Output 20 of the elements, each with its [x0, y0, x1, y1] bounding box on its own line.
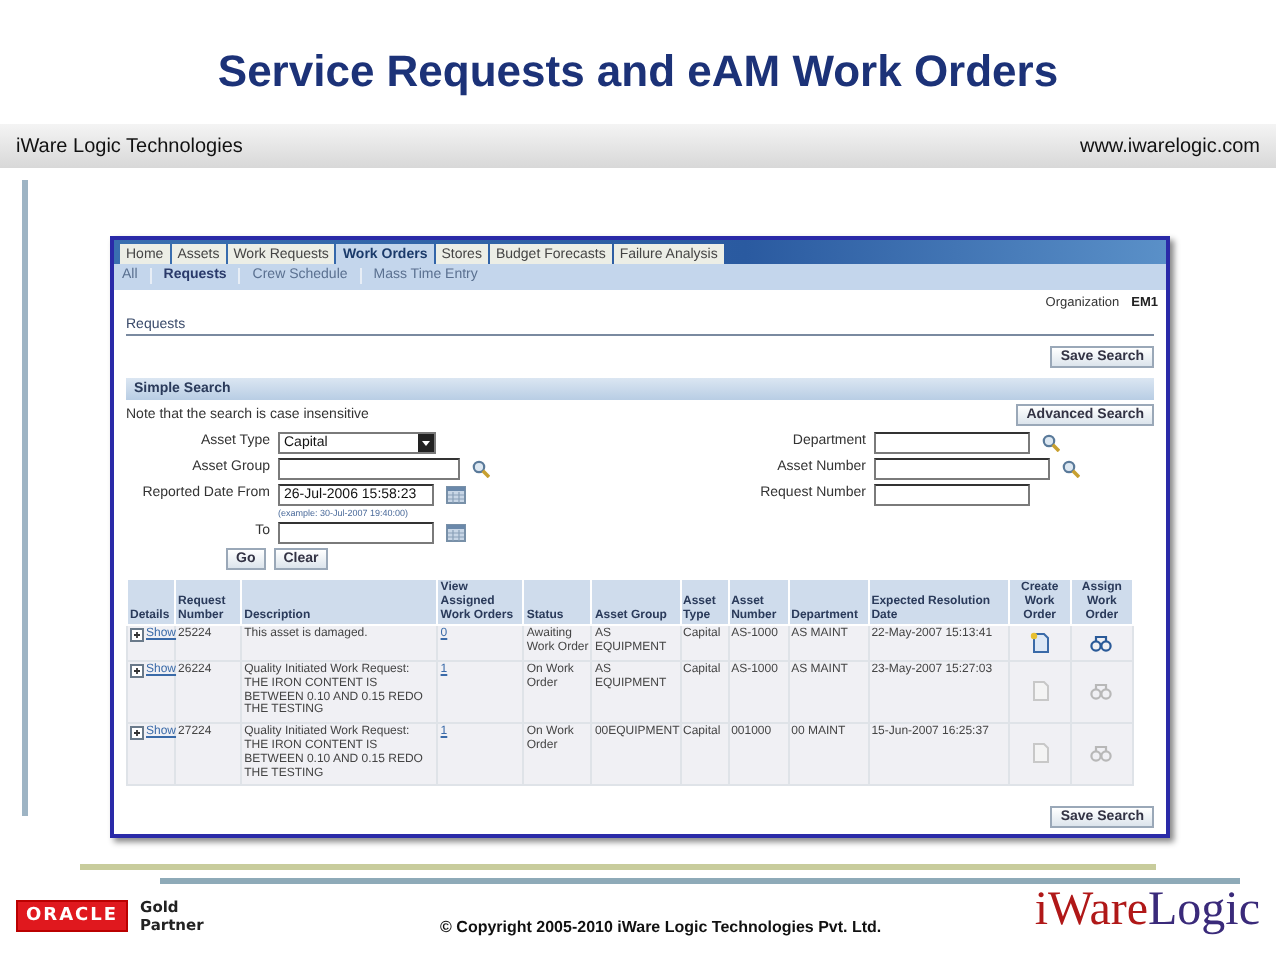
- partner-logo: ORACLE: [16, 899, 129, 931]
- expand-icon[interactable]: [130, 726, 144, 741]
- search-icon[interactable]: [1062, 460, 1080, 478]
- company-logo: iWareLogic: [1034, 884, 1260, 938]
- input-field[interactable]: [874, 432, 1030, 454]
- website-address: www.iwarelogic.com: [1079, 135, 1260, 157]
- binoculars-icon[interactable]: [1090, 633, 1113, 652]
- input-field[interactable]: [874, 458, 1050, 480]
- expand-icon[interactable]: [130, 628, 144, 643]
- slide-title: Service Requests and eAM Work Orders: [217, 46, 1059, 98]
- copyright-text: © Copyright 2005-2010 iWare Logic Technologies Pvt. Ltd.: [440, 918, 882, 936]
- search-icon[interactable]: [472, 460, 490, 478]
- document-icon[interactable]: [1029, 631, 1050, 654]
- input-field[interactable]: [278, 458, 460, 480]
- date-field[interactable]: [278, 522, 434, 544]
- company-name: iWare Logic Technologies: [16, 135, 243, 157]
- search-icon[interactable]: [1042, 434, 1060, 452]
- dropdown-caret-icon[interactable]: [418, 434, 434, 452]
- expand-icon[interactable]: [130, 663, 144, 678]
- input-field[interactable]: [874, 484, 1030, 506]
